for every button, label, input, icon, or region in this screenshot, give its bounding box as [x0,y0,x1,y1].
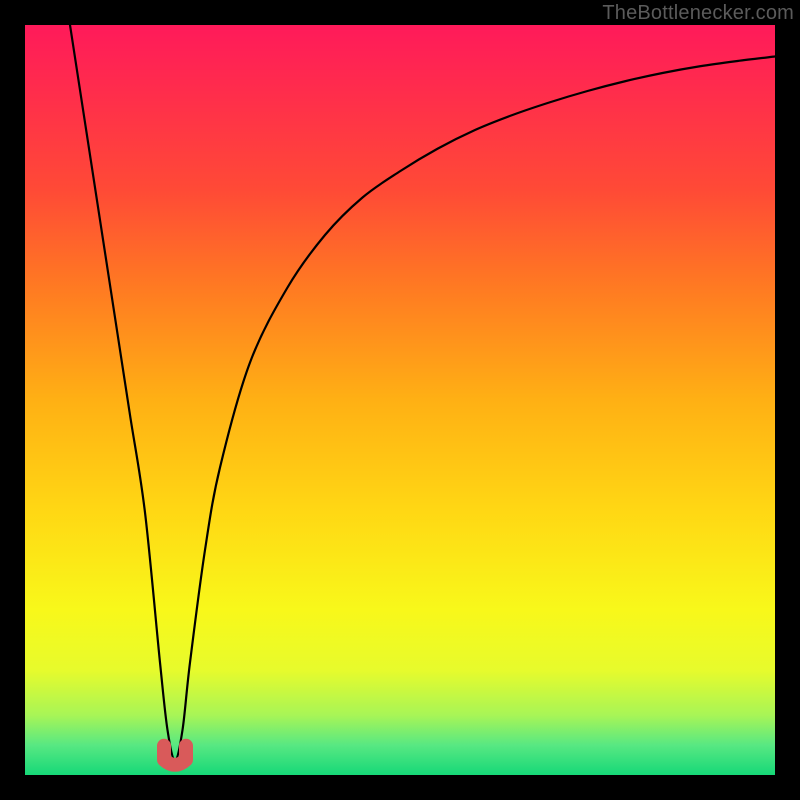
trough-marker [164,746,186,765]
curve-layer [25,25,775,775]
chart-frame: TheBottlenecker.com [0,0,800,800]
watermark: TheBottlenecker.com [602,2,794,25]
bottleneck-curve [70,25,775,760]
plot-area [25,25,775,775]
